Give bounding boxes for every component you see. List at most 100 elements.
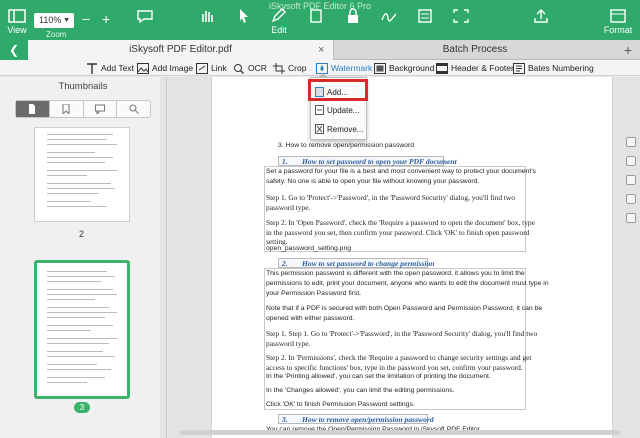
back-button[interactable]: ❮ [0, 40, 28, 60]
right-tool-3-icon[interactable] [626, 175, 636, 185]
background-label: Background [389, 63, 435, 73]
sign-button[interactable] [372, 8, 406, 24]
sec2-p2a: Note that if a PDF is secured with both … [266, 305, 543, 312]
watermark-update-item[interactable]: Update... [315, 103, 359, 117]
add-text-label: Add Text [101, 63, 134, 73]
edit-label: Edit [271, 25, 287, 35]
right-toolstrip [626, 137, 638, 232]
sec1-s1a: Step 1. Go to 'Protect'->'Password', in … [266, 193, 515, 202]
bookmarks-tab[interactable] [50, 101, 84, 117]
header-footer-label: Header & Footer [451, 63, 514, 73]
sec2-s1b: password type. [266, 339, 311, 348]
edit-button[interactable]: Edit [262, 8, 296, 35]
watermark-icon [316, 62, 328, 74]
format-icon [610, 9, 626, 23]
sign-icon [381, 13, 397, 22]
convert-button[interactable] [300, 8, 334, 24]
share-button[interactable] [524, 8, 558, 24]
select-button[interactable] [226, 8, 260, 24]
comment-button[interactable] [128, 8, 162, 24]
search-tab[interactable] [117, 101, 150, 117]
zoom-select[interactable]: 110% ▼ [34, 13, 74, 28]
chevron-down-icon: ▼ [63, 17, 70, 24]
header-footer-icon [436, 62, 448, 74]
share-icon [534, 9, 548, 23]
comments-tab[interactable] [84, 101, 118, 117]
zoom-in-button[interactable]: + [102, 11, 110, 27]
format-label: Format [603, 25, 633, 35]
watermark-remove-item[interactable]: Remove... [315, 122, 363, 136]
scan-icon [453, 9, 469, 23]
hand-button[interactable] [190, 8, 224, 24]
lock-icon [348, 8, 358, 23]
bates-numbering-button[interactable]: Bates Numbering [513, 61, 594, 75]
close-tab-button[interactable]: × [318, 40, 324, 60]
page-thumbnail-3[interactable] [34, 260, 130, 399]
add-image-button[interactable]: Add Image [137, 61, 193, 75]
tab-document[interactable]: iSkysoft PDF Editor.pdf [28, 40, 334, 60]
text-tool-icon [87, 62, 97, 74]
document-viewport: 3. How to remove open/permission passwor… [168, 77, 640, 438]
right-tool-2-icon[interactable] [626, 156, 636, 166]
add-text-button[interactable]: Add Text [86, 61, 134, 75]
comment-icon [94, 104, 105, 114]
view-icon [8, 9, 26, 23]
section-1-number: 1. [282, 157, 288, 166]
page-thumbnail-2[interactable] [34, 127, 130, 222]
zoom-out-button[interactable]: − [82, 11, 90, 27]
remove-watermark-icon [315, 124, 324, 134]
sec2-ok: Click 'OK' to finish Permission Password… [266, 401, 415, 408]
ocr-icon [234, 63, 244, 74]
link-label: Link [211, 63, 227, 73]
header-footer-button[interactable]: Header & Footer [436, 61, 514, 75]
form-icon [418, 9, 432, 23]
add-tab-button[interactable]: + [624, 40, 632, 60]
section-3-heading: How to remove open/permission password [302, 415, 434, 424]
watermark-remove-label: Remove... [327, 124, 364, 134]
convert-icon [310, 9, 322, 23]
horizontal-scrollbar[interactable] [180, 430, 620, 435]
sidebar-scrollbar[interactable] [160, 77, 166, 438]
protect-button[interactable] [336, 8, 370, 24]
right-tool-5-icon[interactable] [626, 213, 636, 223]
format-button[interactable]: Format [601, 8, 635, 35]
section-1-heading: How to set password to open your PDF doc… [302, 157, 457, 166]
thumbnails-sidebar: Thumbnails 2 3 [0, 77, 167, 438]
main-toolbar: iSkysoft PDF Editor 6 Pro View 110% ▼ Zo… [0, 0, 640, 40]
sec1-p1b: safety. No one is able to open your file… [266, 178, 480, 185]
watermark-update-label: Update... [327, 105, 360, 115]
page-number-2: 2 [79, 229, 85, 239]
right-tool-4-icon[interactable] [626, 194, 636, 204]
sec2-p1b: permissions to edit, print your document… [266, 280, 549, 287]
search-icon [129, 104, 139, 114]
sec1-file: open_password_setting.png [266, 245, 352, 252]
doc-step-3: 3. How to remove open/permission passwor… [278, 142, 415, 149]
section-2-heading: How to set password to change permission [302, 259, 435, 268]
section-3-number: 3. [282, 415, 288, 424]
add-item-highlight [308, 79, 368, 101]
right-tool-1-icon[interactable] [626, 137, 636, 147]
background-button[interactable]: Background [374, 61, 434, 75]
image-icon [137, 62, 149, 74]
comment-icon [137, 10, 153, 24]
link-icon [196, 62, 208, 74]
view-label: View [7, 25, 27, 35]
sec2-s2a: Step 2. In 'Permissions', check the 'Req… [266, 353, 532, 362]
crop-label: Crop [288, 63, 307, 73]
sec1-p1a: Set a password for your file is a best a… [266, 168, 536, 175]
sec2-s2c: In the 'Printing allowed', you can set t… [266, 373, 491, 380]
page-icon [29, 104, 36, 114]
hand-icon [202, 11, 213, 22]
crop-button[interactable]: Crop [273, 61, 306, 75]
zoom-label: Zoom [46, 30, 67, 39]
ocr-button[interactable]: OCR [233, 61, 267, 75]
tab-batch-process[interactable]: Batch Process [335, 40, 615, 60]
form-button[interactable] [408, 8, 442, 24]
section-2-number: 2. [282, 259, 288, 268]
view-button[interactable]: View [0, 8, 34, 35]
sec2-s1a: Step 1. Step 1. Go to 'Protect'->'Passwo… [266, 329, 538, 338]
sec2-p1a: This permission password is different wi… [266, 270, 525, 277]
link-button[interactable]: Link [196, 61, 227, 75]
thumbnails-tab[interactable] [16, 101, 50, 117]
ocr-toolbar-button[interactable] [444, 8, 478, 24]
